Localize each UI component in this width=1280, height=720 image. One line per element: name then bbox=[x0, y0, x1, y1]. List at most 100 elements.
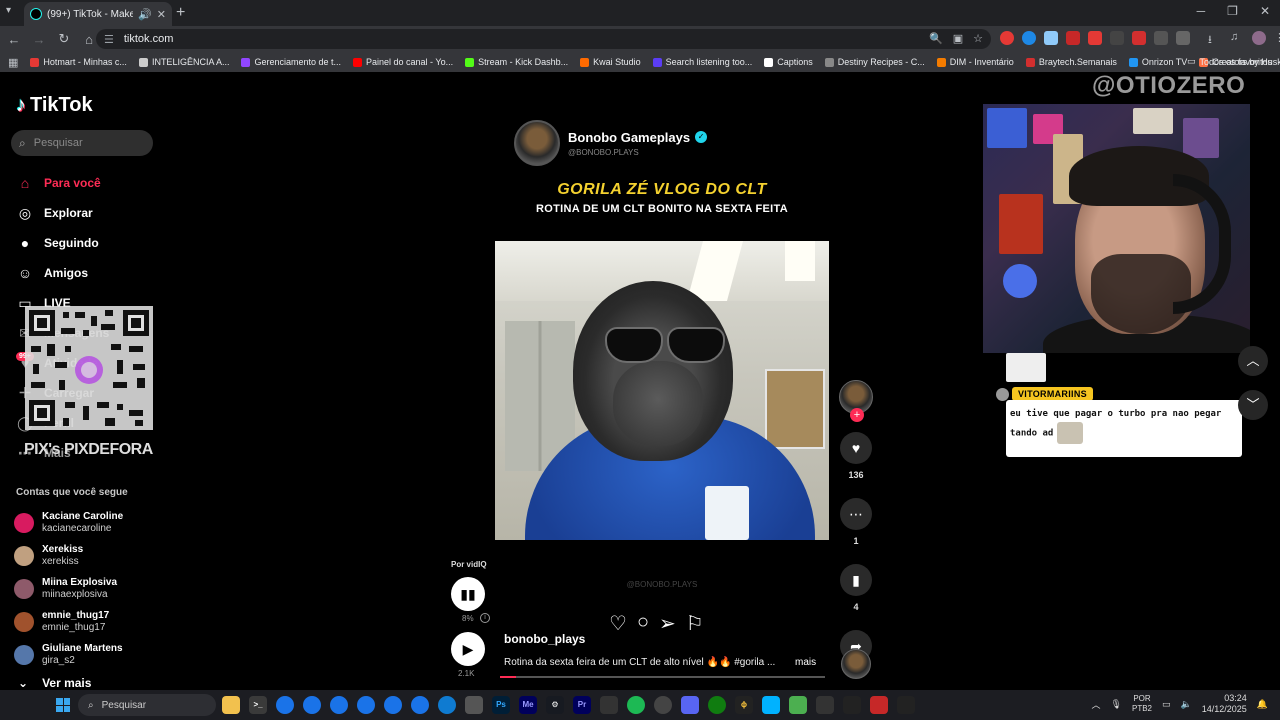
caption-more-link[interactable]: mais bbox=[795, 657, 816, 668]
chrome-icon[interactable] bbox=[357, 696, 375, 714]
terminal-icon[interactable]: >_ bbox=[249, 696, 267, 714]
like-action[interactable]: ♥ 136 bbox=[838, 432, 874, 480]
see-more-button[interactable]: ⌄ Ver mais bbox=[18, 676, 91, 690]
spotify-icon[interactable] bbox=[627, 696, 645, 714]
minimize-icon[interactable]: ─ bbox=[1197, 4, 1206, 18]
following-account[interactable]: Xerekiss xerekiss bbox=[14, 539, 123, 572]
creator-avatar[interactable]: + bbox=[839, 380, 873, 422]
premiere-icon[interactable]: Pr bbox=[573, 696, 591, 714]
following-account[interactable]: Giuliane Martens gira_s2 bbox=[14, 638, 123, 671]
sidebar-item-explorar[interactable]: ◎ Explorar bbox=[16, 198, 156, 228]
photoshop-icon[interactable]: Ps bbox=[492, 696, 510, 714]
following-account[interactable]: emnie_thug17 emnie_thug17 bbox=[14, 605, 123, 638]
bookmark-item[interactable]: DIM - Inventário bbox=[936, 57, 1014, 67]
app-icon[interactable] bbox=[897, 696, 915, 714]
extensions-puzzle-icon[interactable] bbox=[1176, 31, 1190, 45]
discord-icon[interactable] bbox=[681, 696, 699, 714]
bookmark-item[interactable]: Onrizon TV bbox=[1128, 57, 1187, 67]
back-icon[interactable]: ← bbox=[3, 32, 25, 47]
search-input[interactable] bbox=[33, 137, 134, 149]
network-icon[interactable]: ▭ bbox=[1162, 699, 1171, 710]
close-tab-icon[interactable]: ✕ bbox=[157, 8, 166, 21]
account-avatar[interactable] bbox=[14, 611, 34, 632]
zoom-icon[interactable]: 🔍 bbox=[929, 32, 943, 45]
play-button[interactable]: ▶ bbox=[451, 632, 485, 666]
bookmark-icon[interactable]: ▮ bbox=[840, 564, 872, 596]
app-icon[interactable] bbox=[816, 696, 834, 714]
tray-chevron-icon[interactable]: ︿ bbox=[1092, 698, 1101, 711]
video-author[interactable]: Bonobo Gameplays ✓ @BONOBO.PLAYS bbox=[514, 120, 708, 166]
bookmark-item[interactable]: Captions bbox=[764, 57, 813, 67]
windows-start-icon[interactable] bbox=[56, 698, 70, 712]
volume-icon[interactable]: 🔈 bbox=[1181, 699, 1192, 710]
video-progress-bar[interactable] bbox=[500, 676, 825, 678]
steam-icon[interactable]: ⚙ bbox=[546, 696, 564, 714]
author-avatar[interactable] bbox=[514, 120, 560, 166]
extension-icon[interactable] bbox=[1088, 31, 1102, 45]
browser-tab-tiktok[interactable]: (99+) TikTok - Make Your Day 🔊 ✕ bbox=[24, 2, 172, 26]
previous-video-button[interactable]: ︿ bbox=[1238, 346, 1268, 376]
bookmark-item[interactable]: Destiny Recipes - C... bbox=[824, 57, 925, 67]
chrome-icon[interactable] bbox=[276, 696, 294, 714]
app-icon[interactable]: ϕ bbox=[735, 696, 753, 714]
cast-icon[interactable]: ▣ bbox=[953, 32, 963, 45]
account-avatar[interactable] bbox=[14, 512, 34, 533]
next-creator-avatar[interactable] bbox=[841, 649, 871, 679]
sidebar-item-amigos[interactable]: ☺ Amigos bbox=[16, 258, 156, 288]
send-icon[interactable]: ➢ bbox=[659, 611, 676, 636]
extension-icon[interactable] bbox=[1066, 31, 1080, 45]
close-window-icon[interactable]: ✕ bbox=[1260, 4, 1270, 18]
store-icon[interactable] bbox=[465, 696, 483, 714]
follow-plus-icon[interactable]: + bbox=[850, 408, 864, 422]
all-bookmarks-button[interactable]: ▭ Todos os favoritos bbox=[1187, 56, 1272, 67]
chrome-icon[interactable] bbox=[384, 696, 402, 714]
following-account[interactable]: Kaciane Caroline kacianecaroline bbox=[14, 506, 123, 539]
comment-icon[interactable]: ⋯ bbox=[840, 498, 872, 530]
clock[interactable]: 03:24 14/12/2025 bbox=[1202, 693, 1247, 715]
extension-icon[interactable] bbox=[1022, 31, 1036, 45]
account-avatar[interactable] bbox=[14, 578, 34, 599]
account-avatar[interactable] bbox=[14, 545, 34, 566]
apps-grid-icon[interactable]: ▦ bbox=[8, 56, 18, 69]
next-video-button[interactable]: ﹀ bbox=[1238, 390, 1268, 420]
sidebar-item-para-voce[interactable]: ⌂ Para você bbox=[16, 168, 156, 198]
extension-icon[interactable] bbox=[1044, 31, 1058, 45]
address-bar[interactable]: ☰ tiktok.com 🔍 ▣ ☆ bbox=[96, 29, 991, 49]
forward-icon[interactable]: → bbox=[28, 32, 50, 47]
profile-avatar-icon[interactable] bbox=[1252, 31, 1266, 45]
app-icon[interactable] bbox=[870, 696, 888, 714]
account-avatar[interactable] bbox=[14, 644, 34, 665]
restore-icon[interactable]: ❐ bbox=[1227, 4, 1238, 18]
bookmark-item[interactable]: Gerenciamento de t... bbox=[241, 57, 341, 67]
bookmark-item[interactable]: Hotmart - Minhas c... bbox=[30, 57, 127, 67]
extension-icon[interactable] bbox=[1110, 31, 1124, 45]
app-icon[interactable] bbox=[843, 696, 861, 714]
reload-icon[interactable]: ↻ bbox=[53, 31, 75, 47]
bookmark-item[interactable]: Painel do canal - Yo... bbox=[353, 57, 453, 67]
edge-icon[interactable] bbox=[438, 696, 456, 714]
bookmark-item[interactable]: Stream - Kick Dashb... bbox=[465, 57, 568, 67]
media-encoder-icon[interactable]: Me bbox=[519, 696, 537, 714]
download-icon[interactable]: ⭳ bbox=[1208, 31, 1222, 46]
bookmark-item[interactable]: Search listening too... bbox=[652, 57, 752, 67]
bookmark-outline-icon[interactable]: ⚐ bbox=[686, 611, 704, 636]
extension-icon[interactable] bbox=[1154, 31, 1168, 45]
taskbar-search[interactable]: ⌕ Pesquisar bbox=[78, 694, 216, 716]
speaker-icon[interactable]: 🔊 bbox=[138, 8, 152, 21]
chrome-icon[interactable] bbox=[303, 696, 321, 714]
obs-icon[interactable] bbox=[654, 696, 672, 714]
heart-icon[interactable]: ♥ bbox=[840, 432, 872, 464]
sidebar-item-seguindo[interactable]: ● Seguindo bbox=[16, 228, 156, 258]
vidiq-stats-button[interactable]: ▮▮ bbox=[451, 577, 485, 611]
extension-icon[interactable] bbox=[1000, 31, 1014, 45]
notifications-bell-icon[interactable]: 🔔 bbox=[1257, 699, 1268, 710]
bookmark-item[interactable]: INTELIGÊNCIA A... bbox=[138, 57, 229, 67]
app-icon[interactable] bbox=[762, 696, 780, 714]
tab-search-icon[interactable]: ▾ bbox=[6, 5, 11, 16]
bookmark-star-icon[interactable]: ☆ bbox=[973, 32, 983, 45]
info-icon[interactable]: i bbox=[480, 613, 490, 623]
caption-username[interactable]: bonobo_plays bbox=[504, 632, 585, 646]
following-account[interactable]: Miina Explosiva miinaexplosiva bbox=[14, 572, 123, 605]
save-action[interactable]: ▮ 4 bbox=[838, 564, 874, 612]
xbox-icon[interactable] bbox=[708, 696, 726, 714]
